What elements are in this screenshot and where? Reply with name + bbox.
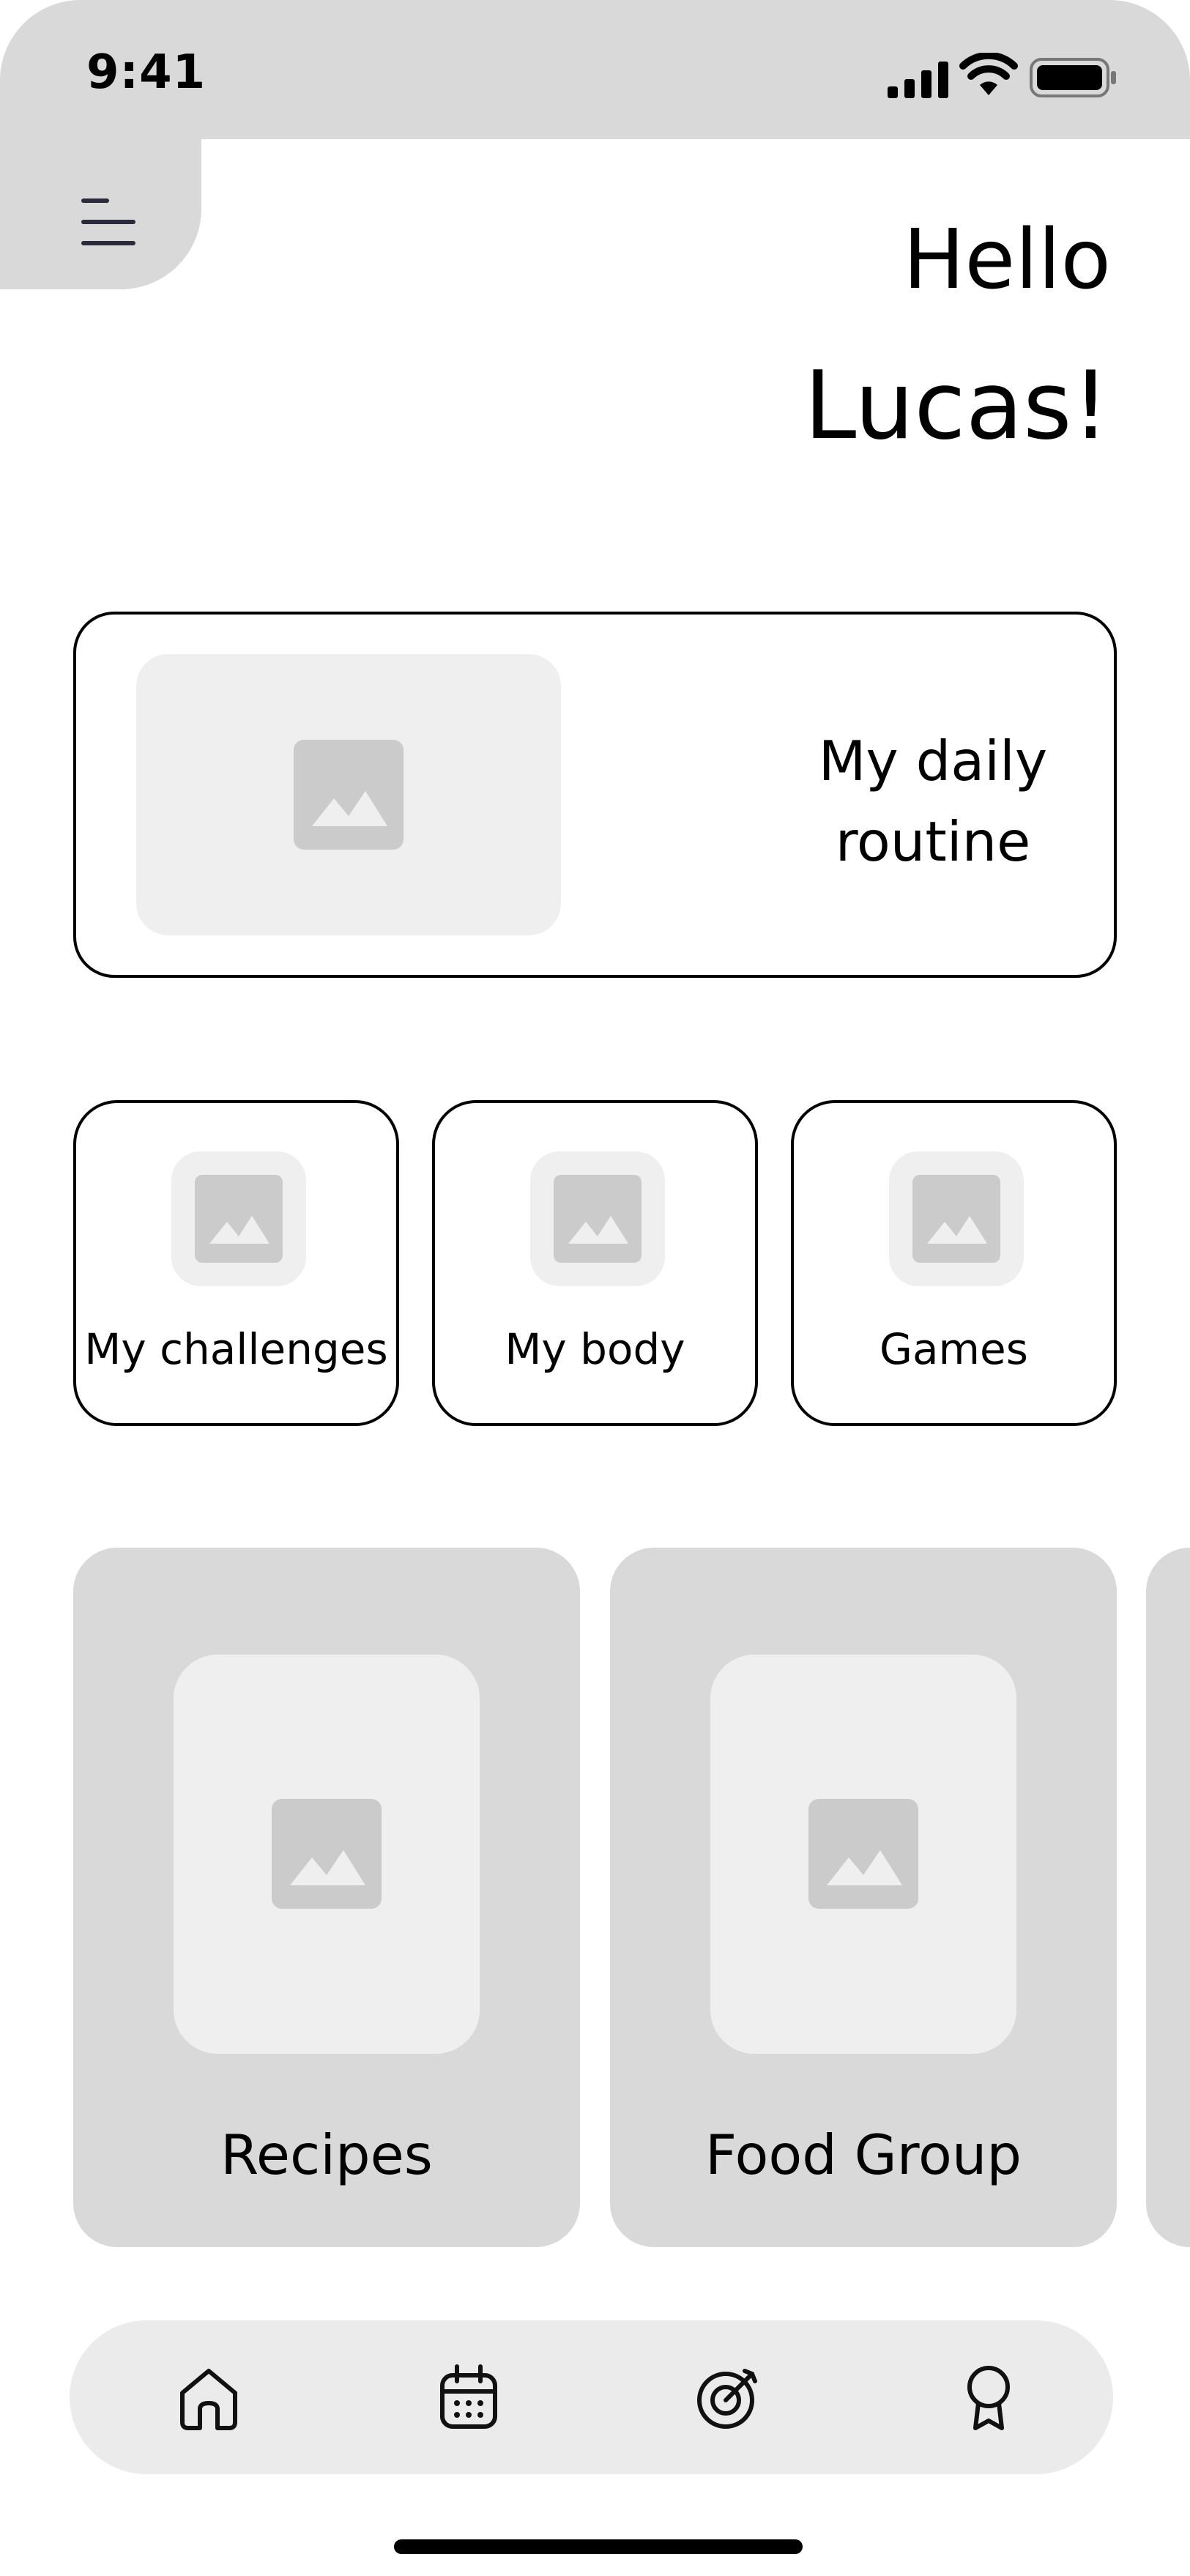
tile-image — [171, 1151, 306, 1286]
home-indicator[interactable] — [394, 2539, 803, 2554]
calendar-icon[interactable] — [432, 2361, 505, 2434]
tile-my-body[interactable]: My body — [432, 1100, 758, 1426]
image-placeholder-icon — [912, 1175, 1000, 1263]
menu-icon[interactable] — [81, 196, 139, 248]
target-icon[interactable] — [692, 2361, 765, 2434]
image-placeholder-icon — [554, 1175, 642, 1263]
carousel-card-recipes[interactable]: Recipes — [73, 1548, 580, 2247]
image-placeholder-icon — [808, 1799, 918, 1909]
tile-label: Games — [880, 1324, 1028, 1374]
image-placeholder-icon — [294, 740, 404, 850]
greeting-hello: Hello — [903, 212, 1111, 308]
card-label: Food Group — [704, 2123, 1022, 2187]
tile-image — [889, 1151, 1024, 1286]
tile-my-challenges[interactable]: My challenges — [73, 1100, 399, 1426]
routine-image — [136, 654, 561, 935]
tile-games[interactable]: Games — [791, 1100, 1117, 1426]
bottom-nav — [70, 2320, 1113, 2474]
wifi-icon — [959, 53, 1018, 95]
carousel-card-next[interactable] — [1146, 1548, 1190, 2247]
tile-label: My challenges — [84, 1324, 388, 1374]
card-image — [710, 1655, 1016, 2054]
image-placeholder-icon — [272, 1799, 382, 1909]
tile-image — [530, 1151, 665, 1286]
award-icon[interactable] — [952, 2361, 1025, 2434]
status-time: 9:41 — [86, 45, 207, 100]
image-placeholder-icon — [195, 1175, 283, 1263]
card-label: Recipes — [220, 2123, 433, 2187]
tile-label: My body — [505, 1324, 685, 1374]
home-icon[interactable] — [172, 2361, 245, 2434]
carousel-card-food-group[interactable]: Food Group — [610, 1548, 1117, 2247]
signal-icon — [888, 62, 948, 98]
greeting-name: Lucas! — [804, 352, 1109, 461]
routine-label: My daily routine — [818, 729, 1048, 874]
card-image — [174, 1655, 480, 2054]
battery-icon — [1030, 58, 1116, 97]
daily-routine-card[interactable]: My daily routine — [73, 612, 1117, 978]
